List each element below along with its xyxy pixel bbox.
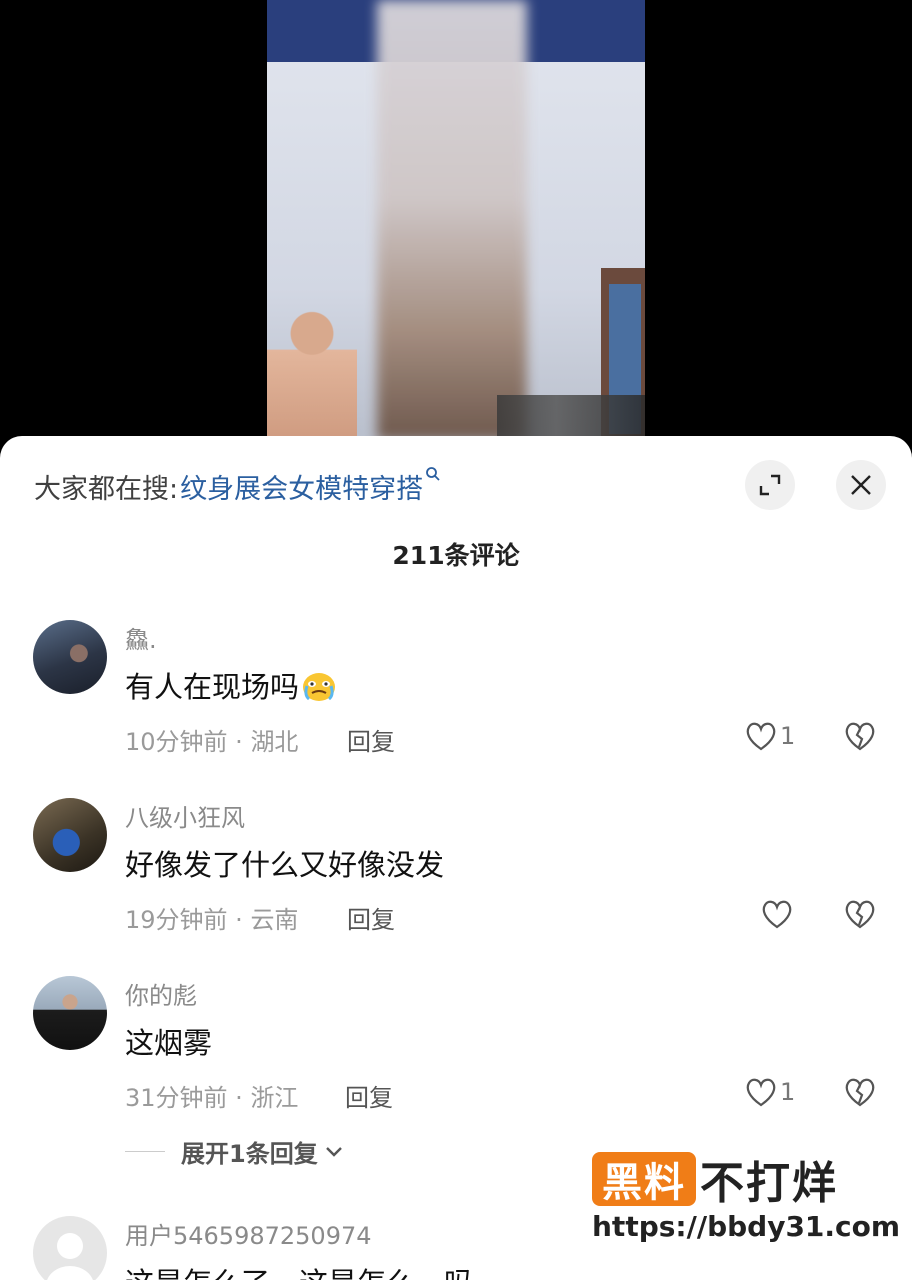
close-button[interactable] <box>836 460 886 510</box>
comment-item: 鱻. 有人在现场吗 10分钟前 · 湖北 回复 1 <box>0 620 912 760</box>
comment-meta: 10分钟前 · 湖北 <box>125 728 299 756</box>
broken-heart-icon <box>845 722 875 751</box>
like-button[interactable]: 1 <box>744 718 795 754</box>
avatar[interactable] <box>33 620 107 694</box>
trending-search[interactable]: 大家都在搜: 纹身展会女模特穿搭 <box>34 466 441 506</box>
avatar[interactable] <box>33 976 107 1050</box>
reply-button[interactable]: 回复 <box>347 900 395 935</box>
comment-username[interactable]: 鱻. <box>125 620 157 655</box>
broken-heart-icon <box>845 1078 875 1107</box>
dislike-button[interactable] <box>843 1076 877 1110</box>
divider-line <box>125 1151 165 1152</box>
blurred-figure <box>377 0 527 440</box>
reply-button[interactable]: 回复 <box>347 722 395 757</box>
search-prefix: 大家都在搜: <box>34 473 179 505</box>
crying-emoji-icon <box>301 669 337 703</box>
comment-username[interactable]: 用户5465987250974 <box>125 1216 372 1251</box>
comment-item: 你的彪 这烟雾 31分钟前 · 浙江 回复 1 <box>0 976 912 1116</box>
dislike-button[interactable] <box>843 898 877 932</box>
like-count: 1 <box>780 722 796 750</box>
comment-text: 这是怎么了，这是怎么，吗 <box>125 1260 473 1280</box>
comment-item: 八级小狂风 好像发了什么又好像没发 19分钟前 · 云南 回复 <box>0 798 912 938</box>
chevron-down-icon <box>325 1146 342 1157</box>
expand-replies-label: 展开1条回复 <box>181 1140 318 1168</box>
avatar[interactable] <box>33 1216 107 1280</box>
search-icon <box>425 466 441 486</box>
expand-button[interactable] <box>745 460 795 510</box>
dislike-button[interactable] <box>843 720 877 754</box>
comment-username[interactable]: 你的彪 <box>125 976 197 1011</box>
expand-replies-button[interactable]: 展开1条回复 <box>125 1134 344 1169</box>
heart-icon <box>762 900 792 929</box>
search-term-link[interactable]: 纹身展会女模特穿搭 <box>180 467 423 506</box>
comment-meta: 31分钟前 · 浙江 <box>125 1084 299 1112</box>
broken-heart-icon <box>845 900 875 929</box>
like-count: 1 <box>780 1078 796 1106</box>
like-button[interactable]: 1 <box>744 1074 795 1110</box>
default-user-icon <box>47 1233 93 1280</box>
person-figure <box>267 310 357 440</box>
expand-icon <box>759 474 781 496</box>
video-frame[interactable] <box>267 0 645 440</box>
watermark-url: https://bbdy31.com <box>592 1210 901 1243</box>
comment-text: 这烟雾 <box>125 1026 213 1060</box>
comment-text: 好像发了什么又好像没发 <box>125 848 445 882</box>
heart-icon <box>746 722 776 751</box>
avatar[interactable] <box>33 798 107 872</box>
comment-meta: 19分钟前 · 云南 <box>125 906 299 934</box>
close-icon <box>851 475 871 495</box>
watermark-text: 不打烊 <box>700 1158 838 1209</box>
comment-text: 有人在现场吗 <box>125 664 337 706</box>
heart-icon <box>746 1078 776 1107</box>
comment-username[interactable]: 八级小狂风 <box>125 798 245 833</box>
watermark-badge: 黑料 <box>592 1152 696 1206</box>
reply-button[interactable]: 回复 <box>345 1078 393 1113</box>
comment-count: 211条评论 <box>392 541 520 570</box>
like-button[interactable] <box>760 896 794 932</box>
